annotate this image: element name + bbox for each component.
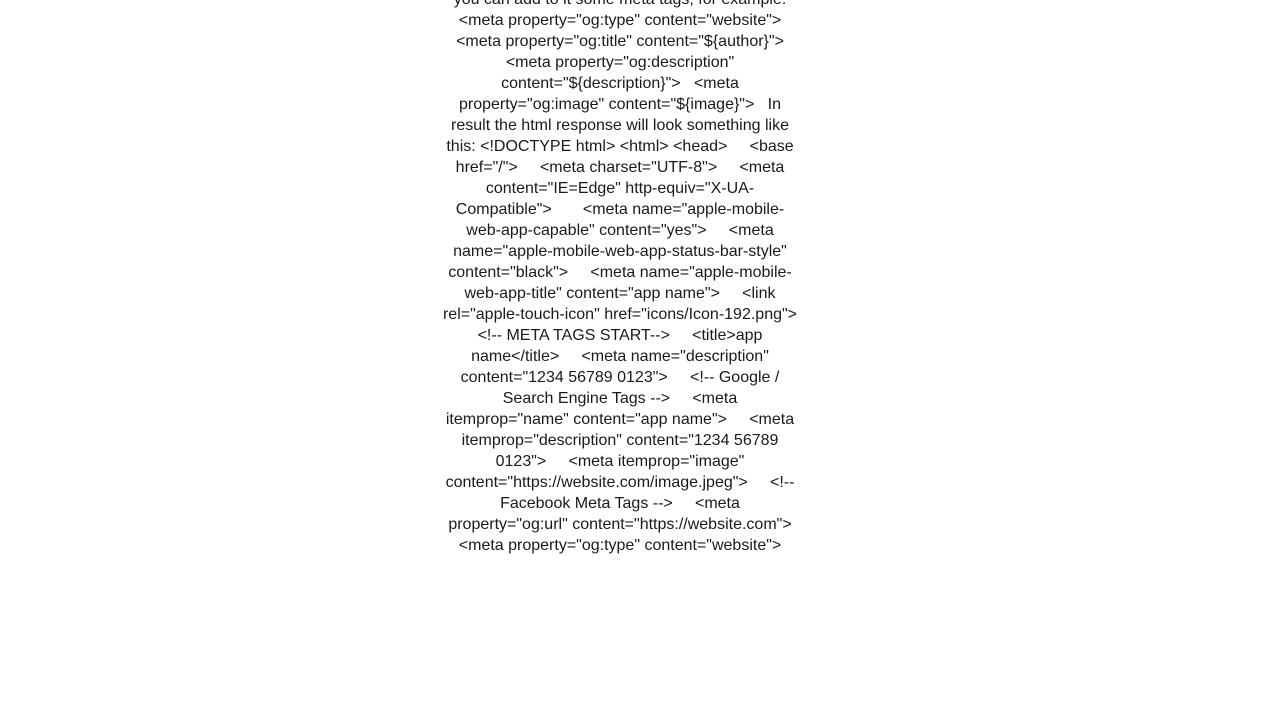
code-snippet-text: you can add to it some meta tags, for ex… [442, 0, 798, 554]
page-viewport: you can add to it some meta tags, for ex… [0, 0, 1280, 720]
